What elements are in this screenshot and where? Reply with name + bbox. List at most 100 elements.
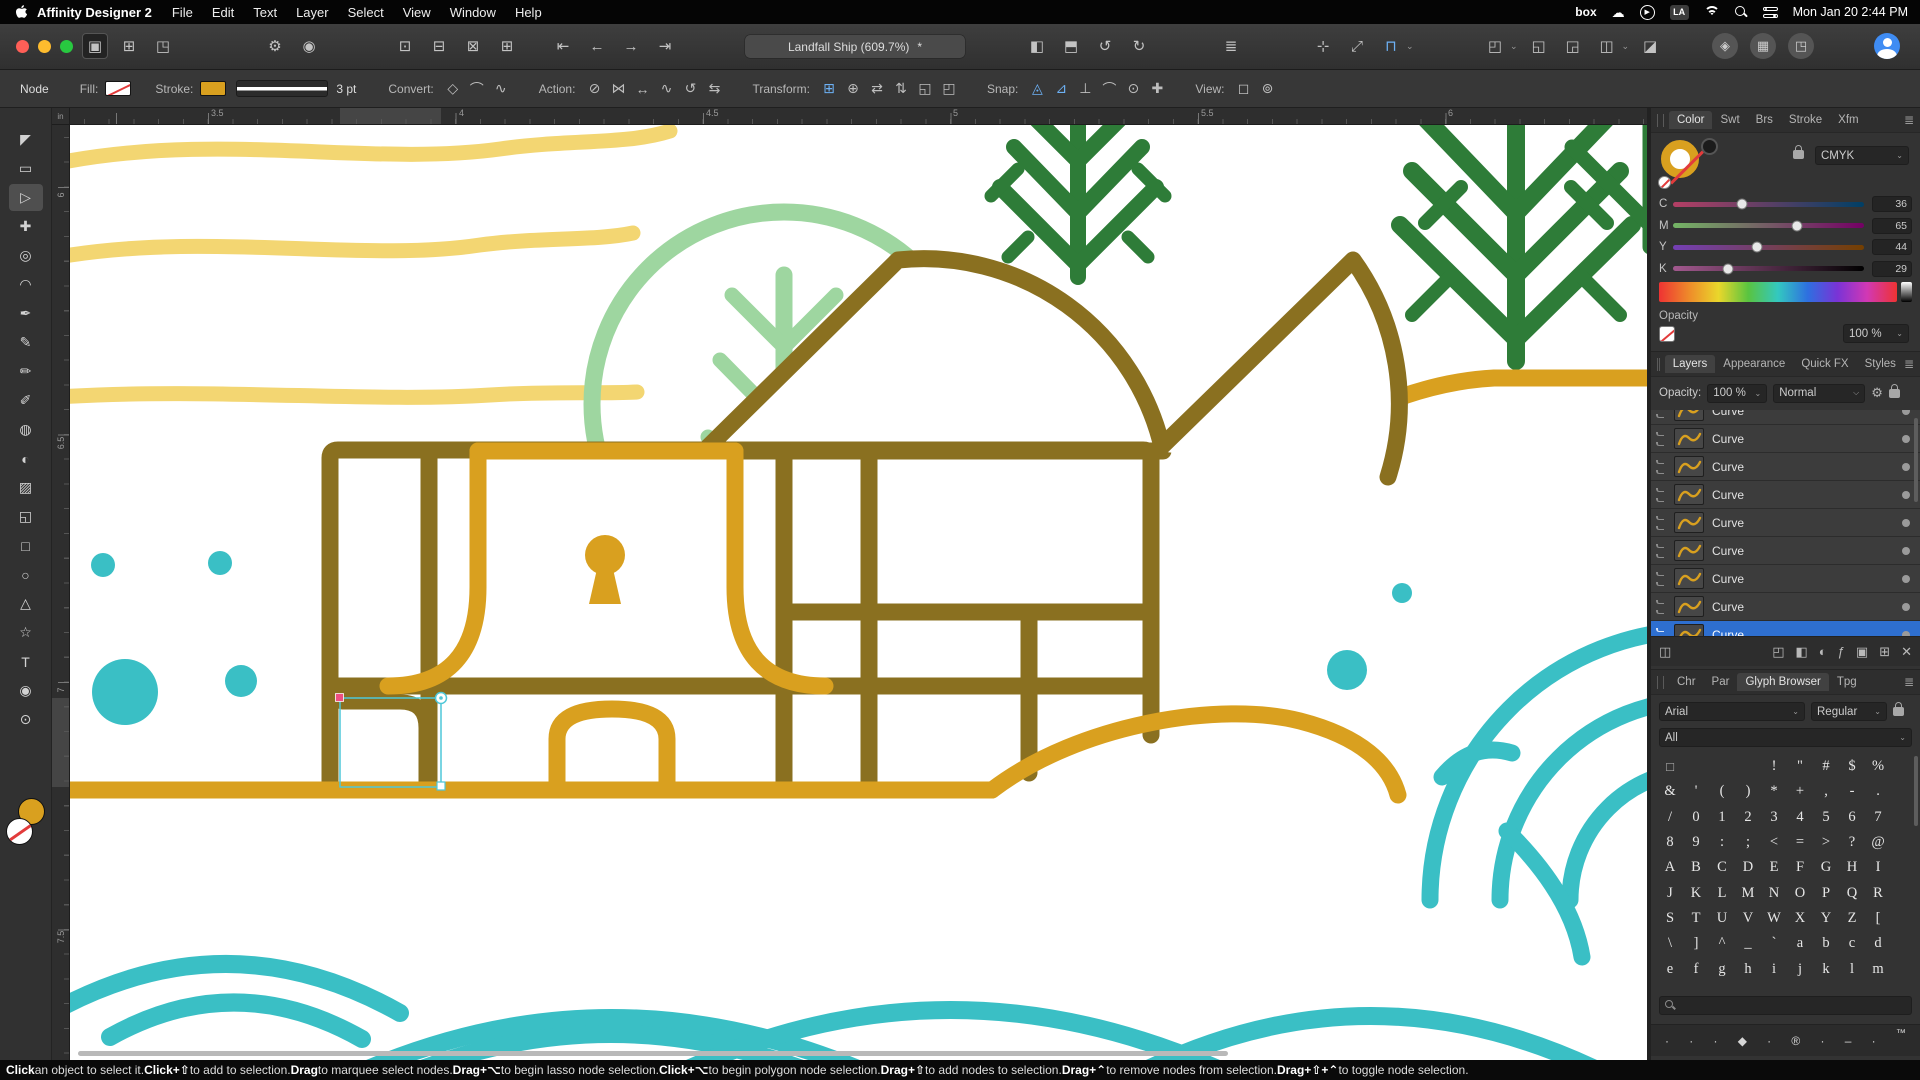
glyph-cell[interactable]: R [1865, 880, 1891, 905]
insert-inside[interactable]: ⊡ [392, 33, 418, 59]
flip-vertical[interactable]: ⬒ [1058, 33, 1084, 59]
color-wells-indicator[interactable] [1661, 140, 1731, 188]
glyph-cell[interactable]: = [1787, 830, 1813, 855]
layer-visibility-dot[interactable] [1902, 519, 1910, 527]
insert-select[interactable]: ⊞ [494, 33, 520, 59]
glyph-cell[interactable]: 2 [1735, 805, 1761, 830]
glyph-cell[interactable]: 3 [1761, 805, 1787, 830]
horizontal-scrollbar[interactable] [78, 1051, 1228, 1056]
panel-grip[interactable] [1657, 358, 1660, 371]
snap-icon-1[interactable]: ◬ [1025, 77, 1049, 101]
glyph-cell[interactable]: & [1657, 779, 1683, 804]
pen-tool[interactable]: ✒ [9, 300, 43, 327]
layer-row[interactable]: Curve [1651, 453, 1920, 481]
layer-visibility-dot[interactable] [1902, 410, 1910, 415]
glyph-search-field[interactable] [1659, 996, 1912, 1015]
view-icon-2[interactable]: ⊚ [1256, 77, 1280, 101]
layer-thumbnail[interactable] [1674, 596, 1704, 617]
spectrum-bar[interactable] [1659, 282, 1897, 302]
glyph-cell[interactable]: T [1683, 906, 1709, 931]
close-window-button[interactable] [16, 40, 29, 53]
fill-color-well[interactable] [6, 818, 33, 845]
glyph-cell[interactable]: c [1839, 931, 1865, 956]
glyph-filter-dropdown[interactable]: All⌄ [1659, 728, 1912, 747]
glyph-cell[interactable]: D [1735, 855, 1761, 880]
layer-row[interactable]: Curve [1651, 593, 1920, 621]
glyph-cell[interactable]: j [1787, 956, 1813, 981]
layer-name[interactable]: Curve [1712, 572, 1744, 586]
zoom-window-button[interactable] [60, 40, 73, 53]
zoom-tool[interactable]: ⊙ [9, 706, 43, 733]
pencil-tool[interactable]: ✎ [9, 329, 43, 356]
glyph-cell[interactable]: l [1839, 956, 1865, 981]
snapping-magnet[interactable]: ⊓ [1378, 33, 1404, 59]
color-picker-tool[interactable]: ◉ [9, 677, 43, 704]
glyph-cell[interactable]: % [1865, 754, 1891, 779]
ruler-unit[interactable]: in [52, 108, 70, 125]
glyph-cell[interactable]: / [1657, 805, 1683, 830]
tab-appearance[interactable]: Appearance [1715, 355, 1793, 373]
convert-icon-3[interactable]: ∿ [489, 77, 513, 101]
glyph-cell[interactable]: 5 [1813, 805, 1839, 830]
slider-track-c[interactable] [1673, 202, 1864, 207]
layer-name[interactable]: Curve [1712, 628, 1744, 637]
layer-thumbnail[interactable] [1674, 428, 1704, 449]
ui-square-toggle[interactable]: ▣ [82, 33, 108, 59]
fill-tool[interactable]: ◍ [9, 416, 43, 443]
paint-brush-tool[interactable]: ✐ [9, 387, 43, 414]
convert-icon-2[interactable]: ⌒ [465, 77, 489, 101]
glyph-cell[interactable]: V [1735, 906, 1761, 931]
glyph-cell[interactable]: # [1813, 754, 1839, 779]
account-avatar[interactable] [1874, 33, 1900, 59]
tab-chr[interactable]: Chr [1669, 673, 1704, 691]
order-backward[interactable]: ← [584, 33, 610, 59]
stroke-width-preview[interactable] [236, 80, 328, 97]
glyph-cell[interactable]: 8 [1657, 830, 1683, 855]
color-mode-dropdown[interactable]: CMYK⌄ [1815, 146, 1909, 165]
recent-glyph[interactable]: · [1872, 1034, 1876, 1048]
duplicate-caret[interactable]: ⌄ [1510, 41, 1518, 52]
glyph-cell[interactable]: @ [1865, 830, 1891, 855]
glyph-cell[interactable]: M [1735, 880, 1761, 905]
font-lock-icon[interactable] [1893, 707, 1904, 716]
menu-help[interactable]: Help [515, 5, 542, 20]
snapping-gear[interactable]: ⚙ [262, 33, 288, 59]
glyph-cell-empty[interactable] [1709, 754, 1735, 779]
glyph-cell[interactable]: H [1839, 855, 1865, 880]
glyph-cell[interactable]: ( [1709, 779, 1735, 804]
action-icon-3[interactable]: ↔ [630, 77, 654, 101]
slider-value-y[interactable]: 44 [1872, 239, 1912, 255]
glyph-cell[interactable]: ; [1735, 830, 1761, 855]
slider-track-k[interactable] [1673, 266, 1864, 271]
glyph-cell[interactable]: [ [1865, 906, 1891, 931]
dimensions[interactable]: ⤢ [1344, 33, 1370, 59]
fill-swatch[interactable] [105, 81, 131, 96]
layer-thumbnail[interactable] [1674, 624, 1704, 636]
menu-view[interactable]: View [403, 5, 431, 20]
layer-name[interactable]: Curve [1712, 460, 1744, 474]
glyph-cell[interactable]: - [1839, 779, 1865, 804]
node-tool[interactable]: ▷ [9, 184, 43, 211]
tab-stroke[interactable]: Stroke [1781, 111, 1830, 129]
layer-opacity-dropdown[interactable]: 100 %⌄ [1707, 384, 1767, 403]
glyph-cell-empty[interactable] [1683, 754, 1709, 779]
minimize-window-button[interactable] [38, 40, 51, 53]
glyph-cell[interactable]: ! [1761, 754, 1787, 779]
slider-value-m[interactable]: 65 [1872, 218, 1912, 234]
play-icon[interactable]: ▶ [1640, 5, 1655, 20]
glyph-cell[interactable]: : [1709, 830, 1735, 855]
tab-brs[interactable]: Brs [1748, 111, 1781, 129]
glyph-cell[interactable]: F [1787, 855, 1813, 880]
pixel-persona[interactable]: ▦ [1750, 33, 1776, 59]
app-menu[interactable]: Affinity Designer 2 [37, 5, 152, 20]
glyph-cell[interactable]: 6 [1839, 805, 1865, 830]
slider-value-k[interactable]: 29 [1872, 261, 1912, 277]
glyph-cell[interactable]: S [1657, 906, 1683, 931]
glyph-cell[interactable]: U [1709, 906, 1735, 931]
menu-text[interactable]: Text [253, 5, 277, 20]
slider-knob-c[interactable] [1736, 199, 1747, 210]
stroke-width-value[interactable]: 3 pt [336, 82, 356, 96]
glyph-cell[interactable]: W [1761, 906, 1787, 931]
layer-row[interactable]: Curve [1651, 425, 1920, 453]
duplicate[interactable]: ◰ [1482, 33, 1508, 59]
